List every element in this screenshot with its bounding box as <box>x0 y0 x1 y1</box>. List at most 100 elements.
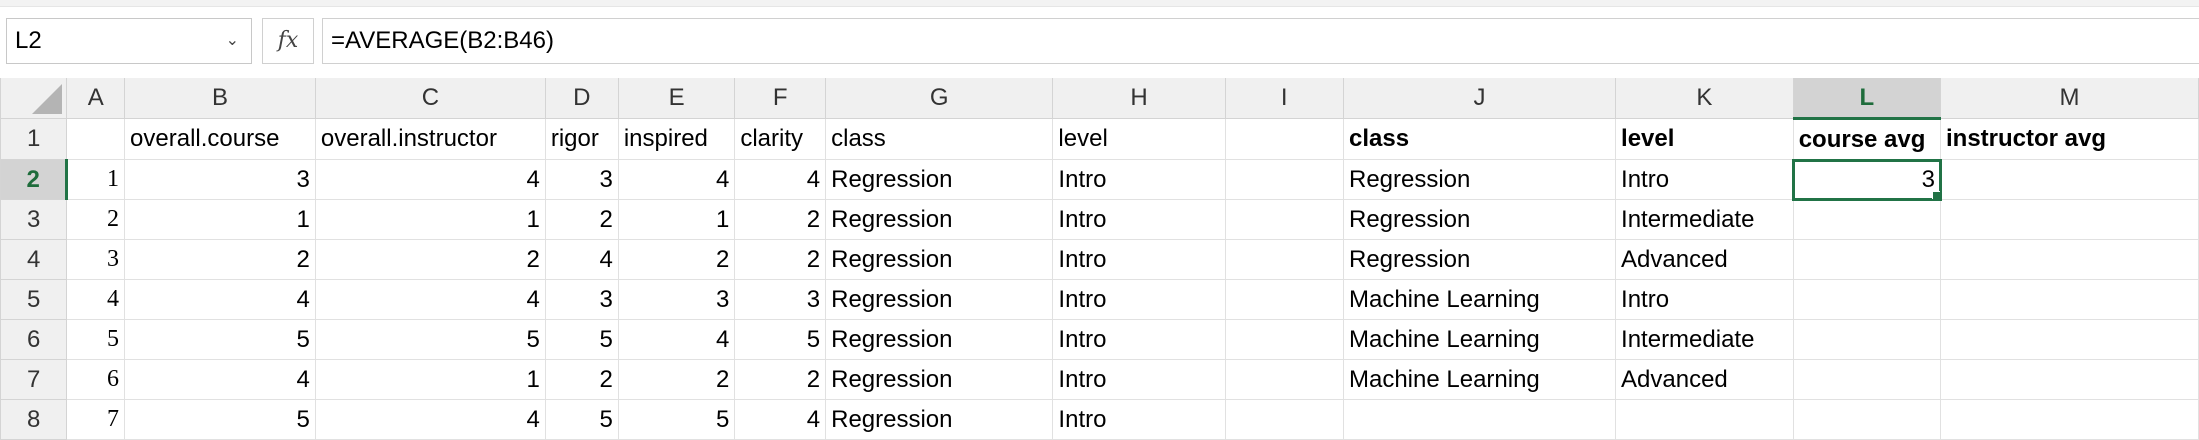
cell-m1[interactable]: instructor avg <box>1940 118 2199 160</box>
cell-m8[interactable] <box>1940 399 2199 440</box>
cell-j6[interactable]: Machine Learning <box>1342 319 1617 360</box>
column-header-f[interactable]: F <box>734 78 827 119</box>
column-header-e[interactable]: E <box>617 78 736 119</box>
column-header-c[interactable]: C <box>314 78 546 119</box>
cell-d5[interactable]: 3 <box>544 279 619 320</box>
cell-m3[interactable] <box>1940 199 2199 240</box>
cell-i4[interactable] <box>1224 239 1344 280</box>
cell-k5[interactable]: Intro <box>1615 279 1794 320</box>
cell-k3[interactable]: Intermediate <box>1615 199 1794 240</box>
cell-b2[interactable]: 3 <box>124 159 316 200</box>
row-header-2[interactable]: 2 <box>0 159 69 200</box>
cell-c4[interactable]: 2 <box>314 239 546 280</box>
cell-f1[interactable]: clarity <box>734 118 827 160</box>
cell-h3[interactable]: Intro <box>1052 199 1226 240</box>
cell-g3[interactable]: Regression <box>825 199 1054 240</box>
cell-j3[interactable]: Regression <box>1342 199 1617 240</box>
column-header-h[interactable]: H <box>1052 78 1226 119</box>
cell-c1[interactable]: overall.instructor <box>314 118 546 160</box>
cell-g5[interactable]: Regression <box>825 279 1054 320</box>
cell-m6[interactable] <box>1940 319 2199 360</box>
cell-m5[interactable] <box>1940 279 2199 320</box>
cell-a7[interactable]: 6 <box>66 359 126 400</box>
cell-c2[interactable]: 4 <box>314 159 546 200</box>
cell-i8[interactable] <box>1224 399 1344 440</box>
cell-d6[interactable]: 5 <box>544 319 619 360</box>
cell-g7[interactable]: Regression <box>825 359 1054 400</box>
cell-i7[interactable] <box>1224 359 1344 400</box>
cell-a6[interactable]: 5 <box>66 319 126 360</box>
row-header-5[interactable]: 5 <box>0 279 68 320</box>
cell-j2[interactable]: Regression <box>1342 159 1617 200</box>
cell-g2[interactable]: Regression <box>825 159 1054 200</box>
cell-d2[interactable]: 3 <box>544 159 619 200</box>
row-header-1[interactable]: 1 <box>0 118 68 160</box>
cell-f4[interactable]: 2 <box>734 239 827 280</box>
cell-f5[interactable]: 3 <box>734 279 827 320</box>
cell-d4[interactable]: 4 <box>544 239 619 280</box>
cell-b1[interactable]: overall.course <box>124 118 316 160</box>
cell-e5[interactable]: 3 <box>617 279 736 320</box>
cell-a8[interactable]: 7 <box>66 399 126 440</box>
column-header-g[interactable]: G <box>825 78 1054 119</box>
cell-b8[interactable]: 5 <box>124 399 316 440</box>
cell-l3[interactable] <box>1792 199 1942 240</box>
row-header-4[interactable]: 4 <box>0 239 68 280</box>
cell-c3[interactable]: 1 <box>314 199 546 240</box>
cell-c6[interactable]: 5 <box>314 319 546 360</box>
cell-l4[interactable] <box>1792 239 1942 280</box>
cell-a4[interactable]: 3 <box>66 239 126 280</box>
cell-j4[interactable]: Regression <box>1342 239 1617 280</box>
cell-e4[interactable]: 2 <box>617 239 736 280</box>
column-header-a[interactable]: A <box>66 78 126 119</box>
name-box[interactable]: L2 ⌄ <box>6 18 252 64</box>
column-header-d[interactable]: D <box>544 78 619 119</box>
cell-e3[interactable]: 1 <box>617 199 736 240</box>
cell-i2[interactable] <box>1224 159 1344 200</box>
cell-i3[interactable] <box>1224 199 1344 240</box>
cell-b4[interactable]: 2 <box>124 239 316 280</box>
cell-h2[interactable]: Intro <box>1052 159 1226 200</box>
cell-b6[interactable]: 5 <box>124 319 316 360</box>
cell-k8[interactable] <box>1615 399 1794 440</box>
column-header-i[interactable]: I <box>1224 78 1344 119</box>
fill-handle[interactable] <box>1932 191 1940 199</box>
cell-j7[interactable]: Machine Learning <box>1342 359 1617 400</box>
cell-f7[interactable]: 2 <box>734 359 827 400</box>
cell-g4[interactable]: Regression <box>825 239 1054 280</box>
cell-i5[interactable] <box>1224 279 1344 320</box>
cell-b7[interactable]: 4 <box>124 359 316 400</box>
cell-l7[interactable] <box>1792 359 1942 400</box>
cell-a1[interactable] <box>66 118 126 160</box>
column-header-m[interactable]: M <box>1940 78 2199 119</box>
cell-j5[interactable]: Machine Learning <box>1342 279 1617 320</box>
cell-b3[interactable]: 1 <box>124 199 316 240</box>
cell-l5[interactable] <box>1792 279 1942 320</box>
row-header-6[interactable]: 6 <box>0 319 68 360</box>
cell-a2[interactable]: 1 <box>66 159 126 200</box>
cell-d7[interactable]: 2 <box>544 359 619 400</box>
cell-l8[interactable] <box>1792 399 1942 440</box>
cell-f8[interactable]: 4 <box>734 399 827 440</box>
cell-e8[interactable]: 5 <box>617 399 736 440</box>
cell-i6[interactable] <box>1224 319 1344 360</box>
cell-h5[interactable]: Intro <box>1052 279 1226 320</box>
row-header-3[interactable]: 3 <box>0 199 68 240</box>
column-header-l[interactable]: L <box>1792 78 1942 120</box>
cell-m2[interactable] <box>1940 159 2199 200</box>
cell-l1[interactable]: course avg <box>1792 118 1942 160</box>
cell-c7[interactable]: 1 <box>314 359 546 400</box>
cell-a3[interactable]: 2 <box>66 199 126 240</box>
cell-k2[interactable]: Intro <box>1615 159 1794 200</box>
cell-g1[interactable]: class <box>825 118 1054 160</box>
cell-e1[interactable]: inspired <box>617 118 736 160</box>
cell-h8[interactable]: Intro <box>1052 399 1226 440</box>
chevron-down-icon[interactable]: ⌄ <box>226 19 239 63</box>
cell-l6[interactable] <box>1792 319 1942 360</box>
cell-h1[interactable]: level <box>1052 118 1226 160</box>
cell-k4[interactable]: Advanced <box>1615 239 1794 280</box>
cell-k6[interactable]: Intermediate <box>1615 319 1794 360</box>
cell-m4[interactable] <box>1940 239 2199 280</box>
cell-f6[interactable]: 5 <box>734 319 827 360</box>
cell-k7[interactable]: Advanced <box>1615 359 1794 400</box>
